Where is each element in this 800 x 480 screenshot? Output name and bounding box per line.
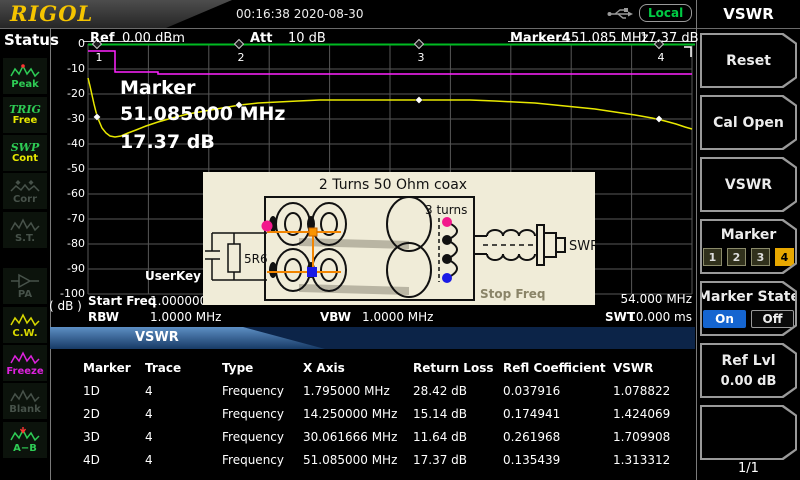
y-tick--90: -90 [54,262,85,275]
vswr-tab-label: VSWR [135,330,179,345]
table-cell-r2c4: 14.250000 MHz [303,407,397,421]
marker-3-diamond [415,40,424,49]
marker-overlay-amplitude: 17.37 dB [120,131,215,153]
stop-freq-label-faded: Stop Freq [480,287,545,301]
y-tick--50: -50 [54,162,85,175]
table-header-trace: Trace [145,361,181,375]
marker-2-diamond [235,40,244,49]
marker-2-number: 2 [238,51,245,64]
marker4-readout-label: Marker4 [510,31,571,46]
table-header-refl-coefficient: Refl Coefficient [503,361,606,375]
node-dot-pink [262,221,273,232]
table-cell-r3c3: Frequency [222,430,284,444]
table-cell-r4c6: 0.135439 [503,453,560,467]
winding-dot-pink [442,217,452,227]
rbw-label: RBW [88,310,119,324]
start-freq-label: Start Freq [88,294,156,308]
table-cell-r1c3: Frequency [222,384,284,398]
y-tick--60: -60 [54,187,85,200]
table-cell-r2c6: 0.174941 [503,407,560,421]
y-tick--30: -30 [54,112,85,125]
vswr-function-bar: VSWR [50,327,695,349]
table-cell-r3c5: 11.64 dB [413,430,467,444]
table-cell-r2c3: Frequency [222,407,284,421]
marker-overlay-frequency: 51.085000 MHz [120,103,285,125]
marker-results-table: Marker Trace Type X Axis Return Loss Refl Coe… [50,352,696,480]
y-tick--40: -40 [54,137,85,150]
attenuation-value: 10 dB [288,31,326,46]
turns-label: 3 turns [425,203,467,217]
table-cell-r4c2: 4 [145,453,153,467]
table-cell-r4c3: Frequency [222,453,284,467]
swr-port-label: SWR [569,239,595,254]
table-cell-r3c2: 4 [145,430,153,444]
marker-overlay-title: Marker [120,77,195,99]
vswr-tab [50,327,325,349]
marker4-readout-freq: 51.085 MHz [571,31,648,46]
stop-freq-value: 54.000 MHz [621,292,692,306]
winding-dot-black-1 [442,235,452,245]
resistor-value-label: 5R6 [244,252,268,266]
winding-dot-black-2 [442,254,452,264]
table-cell-r4c1: 4D [83,453,100,467]
table-cell-r1c4: 1.795000 MHz [303,384,390,398]
swt-value: 10.000 ms [628,310,692,324]
table-header-return-loss: Return Loss [413,361,493,375]
marker-1-number: 1 [96,51,103,64]
coax-end-bottom [269,262,277,278]
y-tick--80: -80 [54,237,85,250]
attenuation-label: Att [250,31,273,46]
table-cell-r3c6: 0.261968 [503,430,560,444]
table-cell-r1c7: 1.078822 [613,384,670,398]
rbw-value: 1.0000 MHz [150,310,221,324]
vbw-value: 1.0000 MHz [362,310,433,324]
ref-level-label: Ref [90,31,114,46]
table-header-vswr: VSWR [613,361,653,375]
analyzer-screen: 1234 RIGOL 00:16:38 2020-08-30 Local Sta… [0,0,800,480]
userkey-label: UserKey [145,269,201,283]
y-tick--10: -10 [54,62,85,75]
y-tick--70: -70 [54,212,85,225]
table-header-marker: Marker [83,361,131,375]
table-cell-r2c7: 1.424069 [613,407,670,421]
winding-dot-blue [442,273,452,283]
jumper-node [309,228,317,236]
table-cell-r2c2: 4 [145,407,153,421]
table-cell-r4c5: 17.37 dB [413,453,467,467]
table-header-x-axis: X Axis [303,361,345,375]
inset-title: 2 Turns 50 Ohm coax [319,177,467,193]
node-dot-blue [307,267,317,277]
y-tick--20: -20 [54,87,85,100]
marker-4-trace-point [656,116,663,123]
marker-3-number: 3 [418,51,425,64]
y-axis-unit: ( dB ) [49,299,82,313]
table-cell-r3c4: 30.061666 MHz [303,430,397,444]
table-cell-r1c1: 1D [83,384,100,398]
vbw-label: VBW [320,310,351,324]
table-cell-r1c5: 28.42 dB [413,384,467,398]
table-cell-r1c2: 4 [145,384,153,398]
coax-schematic-inset: 2 Turns 50 Ohm coax 5R6 3 turns [203,172,595,305]
marker-3-trace-point [416,97,423,104]
table-cell-r2c1: 2D [83,407,100,421]
marker-4-number: 4 [658,51,665,64]
ref-level-value: 0.00 dBm [122,31,185,46]
table-cell-r2c5: 15.14 dB [413,407,467,421]
table-header-type: Type [222,361,253,375]
table-cell-r4c7: 1.313312 [613,453,670,467]
table-cell-r1c6: 0.037916 [503,384,560,398]
table-cell-r4c4: 51.085000 MHz [303,453,397,467]
table-cell-r3c1: 3D [83,430,100,444]
marker4-readout-amp: 17.37 dB [640,31,699,46]
y-tick-0: 0 [54,37,85,50]
table-cell-r3c7: 1.709908 [613,430,670,444]
